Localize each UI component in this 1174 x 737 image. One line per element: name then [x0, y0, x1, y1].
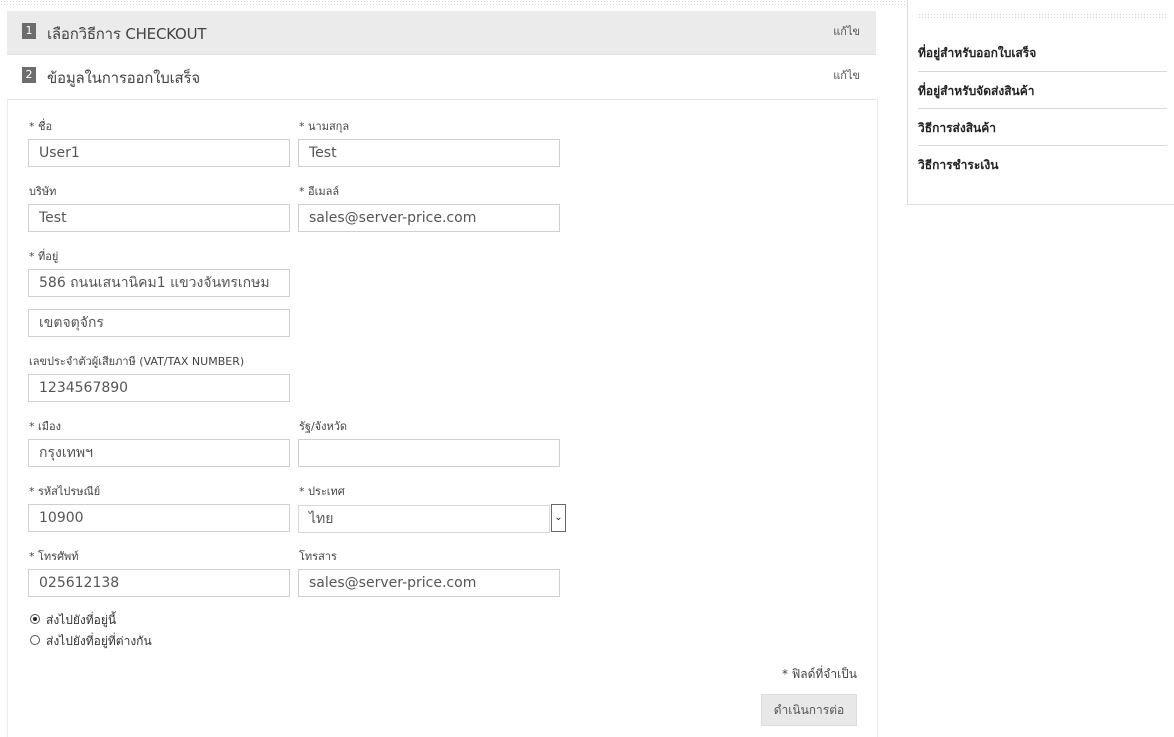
state-label: รัฐ/จังหวัด: [299, 420, 348, 433]
step-number: 2: [22, 67, 36, 83]
last-name-label: * นามสกุล: [299, 120, 350, 133]
ship-same-address-radio[interactable]: [30, 614, 40, 624]
step-checkout-method[interactable]: 1 เลือกวิธีการ CHECKOUT แก้ไข: [7, 11, 876, 55]
step-title: เลือกวิธีการ CHECKOUT: [47, 25, 207, 43]
address-line2-input[interactable]: เขตจตุจักร: [28, 309, 290, 337]
sidebar-divider: [918, 108, 1167, 109]
step-title: ข้อมูลในการออกใบเสร็จ: [47, 69, 200, 87]
sidebar-dotted-divider: [918, 13, 1167, 20]
fax-input[interactable]: sales@server-price.com: [298, 569, 560, 597]
last-name-input[interactable]: Test: [298, 139, 560, 167]
phone-input[interactable]: 025612138: [28, 569, 290, 597]
ship-different-address-label[interactable]: ส่งไปยังที่อยู่ที่ต่างกัน: [46, 632, 152, 651]
sidebar-divider: [918, 145, 1167, 146]
edit-link[interactable]: แก้ไข: [833, 66, 860, 84]
required-fields-note: * ฟิลด์ที่จำเป็น: [781, 667, 857, 681]
tax-number-label: เลขประจำตัวผู้เสียภาษี (VAT/TAX NUMBER): [29, 355, 245, 368]
email-input[interactable]: sales@server-price.com: [298, 204, 560, 232]
billing-form: * ชื่อ User1 * นามสกุล Test บริษัท Test …: [7, 99, 878, 737]
fax-label: โทรสาร: [299, 550, 337, 563]
company-input[interactable]: Test: [28, 204, 290, 232]
state-input[interactable]: [298, 439, 560, 467]
edit-link[interactable]: แก้ไข: [833, 22, 860, 40]
address-line1-input[interactable]: 586 ถนนเสนานิคม1 แขวงจันทรเกษม: [28, 269, 290, 297]
continue-button[interactable]: ดำเนินการต่อ: [761, 694, 857, 726]
step-billing-info[interactable]: 2 ข้อมูลในการออกใบเสร็จ แก้ไข: [7, 55, 876, 100]
postcode-input[interactable]: 10900: [28, 504, 290, 532]
phone-label: * โทรศัพท์: [29, 550, 79, 563]
checkout-main: 1 เลือกวิธีการ CHECKOUT แก้ไข 2 ข้อมูลใน…: [7, 11, 878, 737]
sidebar-item-billing-address[interactable]: ที่อยู่สำหรับออกใบเสร็จ: [918, 44, 1167, 63]
sidebar-item-shipping-method[interactable]: วิธีการส่งสินค้า: [918, 119, 1167, 138]
sidebar-divider: [918, 71, 1167, 72]
sidebar-item-payment-method[interactable]: วิธีการชำระเงิน: [918, 156, 1167, 175]
ship-different-address-radio[interactable]: [30, 635, 40, 645]
company-label: บริษัท: [29, 185, 57, 198]
tax-number-input[interactable]: 1234567890: [28, 374, 290, 402]
email-label: * อีเมลล์: [299, 185, 340, 198]
sidebar-item-shipping-address[interactable]: ที่อยู่สำหรับจัดส่งสินค้า: [918, 82, 1167, 101]
postcode-label: * รหัสไปรษณีย์: [29, 485, 101, 498]
country-select[interactable]: ไทย: [298, 505, 550, 533]
progress-sidebar: ที่อยู่สำหรับออกใบเสร็จ ที่อยู่สำหรับจัด…: [907, 0, 1174, 205]
step-number: 1: [22, 23, 36, 39]
city-label: * เมือง: [29, 420, 61, 433]
first-name-input[interactable]: User1: [28, 139, 290, 167]
ship-same-address-label[interactable]: ส่งไปยังที่อยู่นี้: [46, 611, 116, 630]
address-label: * ที่อยู่: [29, 250, 59, 263]
chevron-down-icon[interactable]: ⌄: [551, 504, 566, 532]
first-name-label: * ชื่อ: [29, 120, 53, 133]
country-label: * ประเทศ: [299, 485, 345, 498]
city-input[interactable]: กรุงเทพฯ: [28, 439, 290, 467]
